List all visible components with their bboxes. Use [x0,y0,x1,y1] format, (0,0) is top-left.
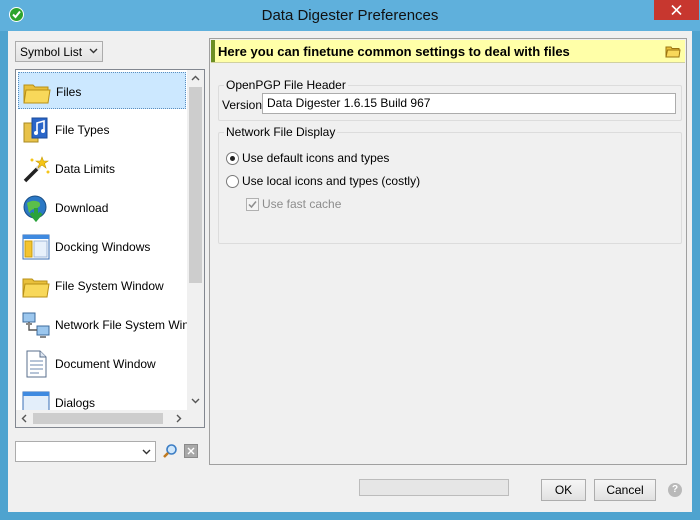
vertical-scroll-thumb[interactable] [189,87,202,283]
progress-bar [359,479,509,496]
list-item-data-limits[interactable]: Data Limits [18,150,186,187]
list-item-label: Network File System Windo [55,318,203,332]
banner-text: Here you can finetune common settings to… [218,44,570,59]
list-item-label: File System Window [55,279,164,293]
list-item-network-file-system-window[interactable]: Network File System Windo [18,306,202,343]
clear-search-button[interactable] [184,444,198,458]
settings-panel: Here you can finetune common settings to… [209,38,687,465]
scroll-up-icon[interactable] [191,75,200,81]
help-icon[interactable]: ? [668,483,682,497]
list-item-document-window[interactable]: Document Window [18,345,186,382]
horizontal-scroll-thumb[interactable] [33,413,163,424]
category-panel: Symbol List Files File Types Data Limits [15,38,209,465]
list-item-download[interactable]: Download [18,189,186,226]
list-item-label: Docking Windows [55,240,151,254]
list-item-file-system-window[interactable]: File System Window [18,267,186,304]
list-item-label: Download [55,201,109,215]
preferences-window: Data Digester Preferences Symbol List Fi… [0,0,700,520]
version-field[interactable]: Data Digester 1.6.15 Build 967 [262,93,676,114]
title-bar[interactable]: Data Digester Preferences [0,0,700,31]
banner-accent [211,40,215,62]
vertical-scrollbar[interactable] [187,70,204,410]
list-item-file-types[interactable]: File Types [18,111,186,148]
folder-icon [23,84,51,104]
window-title: Data Digester Preferences [261,7,439,24]
checkmark-icon [248,201,257,209]
openpgp-legend: OpenPGP File Header [224,78,348,92]
list-item-label: File Types [55,123,110,137]
ok-button[interactable]: OK [541,479,586,501]
document-icon [26,350,47,378]
list-item-label: Dialogs [55,396,96,410]
download-globe-icon [23,195,47,223]
list-item-files[interactable]: Files [18,72,186,109]
chevron-down-icon [89,48,98,54]
close-icon [187,447,195,455]
search-icon[interactable] [162,443,178,459]
default-icons-label[interactable]: Use default icons and types [242,151,389,165]
folder-small-icon [665,46,681,58]
view-mode-value: Symbol List [20,45,83,59]
fast-cache-label[interactable]: Use fast cache [262,197,341,211]
list-item-label: Files [56,85,82,99]
cancel-button[interactable]: Cancel [594,479,656,501]
network-computers-icon [22,312,50,338]
list-item-label: Data Limits [55,162,116,176]
horizontal-scrollbar[interactable] [16,410,204,427]
network-legend: Network File Display [224,125,338,139]
dialog-client: Symbol List Files File Types Data Limits [8,31,692,512]
version-label: Version [222,98,263,112]
scroll-right-icon[interactable] [176,414,182,423]
list-item-label: Document Window [55,357,156,371]
chevron-down-icon[interactable] [142,449,151,455]
local-icons-label[interactable]: Use local icons and types (costly) [242,174,420,188]
folder-icon [22,278,50,298]
info-banner: Here you can finetune common settings to… [211,40,685,63]
magic-wand-icon [23,156,50,183]
openpgp-group: OpenPGP File Header Version Data Digeste… [218,78,682,121]
close-button[interactable] [654,0,699,20]
category-list[interactable]: Files File Types Data Limits Download Do… [15,69,205,428]
scroll-left-icon[interactable] [21,414,27,423]
local-icons-radio[interactable] [226,175,239,188]
scroll-down-icon[interactable] [191,398,200,404]
docking-window-icon [22,234,50,260]
network-file-display-group: Network File Display Use default icons a… [218,125,682,244]
search-input[interactable] [15,441,156,462]
default-icons-radio[interactable] [226,152,239,165]
fast-cache-checkbox[interactable] [246,198,259,211]
music-file-icon [23,117,48,143]
list-item-docking-windows[interactable]: Docking Windows [18,228,186,265]
view-mode-select[interactable]: Symbol List [15,41,103,62]
